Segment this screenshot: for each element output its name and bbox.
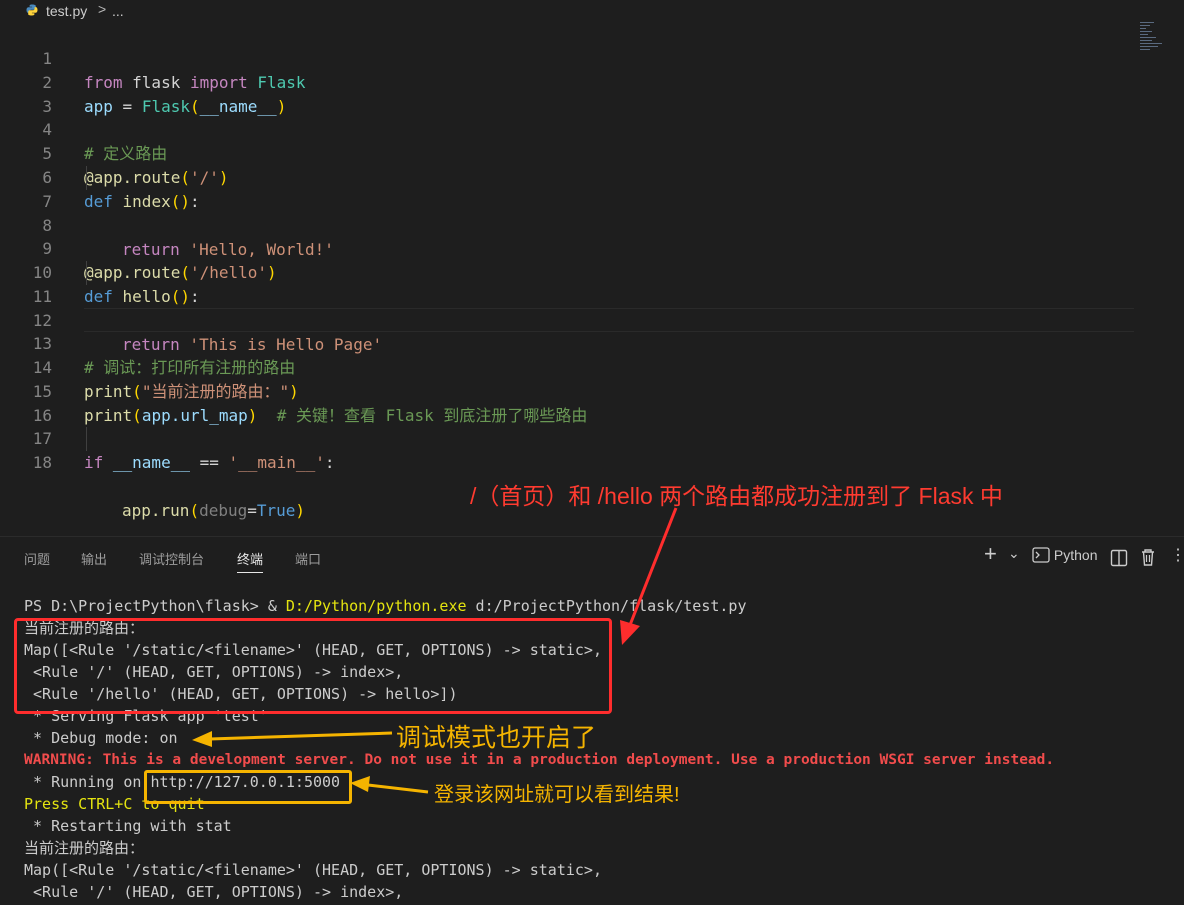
url-arrow — [350, 776, 429, 794]
debug-arrow — [192, 731, 393, 747]
red-arrow — [620, 507, 678, 645]
annotation-arrows — [192, 507, 678, 794]
